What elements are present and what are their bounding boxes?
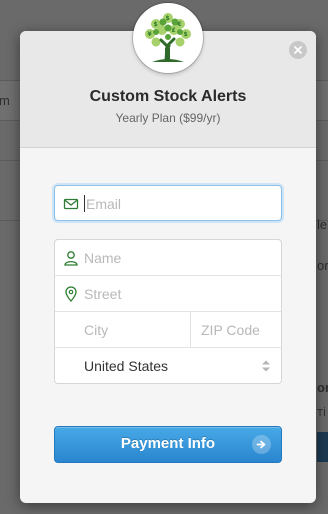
close-icon <box>294 46 302 54</box>
svg-text:$: $ <box>166 15 170 22</box>
name-input[interactable] <box>84 240 274 276</box>
money-tree-logo: $ $ € ¥ $ £ <box>133 3 203 73</box>
background-text: on <box>317 380 328 395</box>
name-row <box>55 240 281 276</box>
country-select-value: United States <box>84 358 169 374</box>
zip-code-input[interactable] <box>201 312 277 348</box>
modal-title: Custom Stock Alerts <box>89 88 247 105</box>
field-divider <box>190 312 191 348</box>
background-text: Tİ <box>317 408 326 419</box>
email-field[interactable] <box>54 185 282 222</box>
svg-text:$: $ <box>154 21 158 28</box>
city-input[interactable] <box>84 312 184 348</box>
payment-modal: Custom Stock Alerts Yearly Plan ($99/yr) <box>20 31 316 503</box>
svg-text:$: $ <box>184 31 188 38</box>
email-input[interactable] <box>86 186 271 222</box>
billing-address-group: United States <box>54 239 282 384</box>
svg-text:€: € <box>177 21 182 28</box>
background-text: le <box>317 217 328 232</box>
text-caret <box>84 195 85 212</box>
envelope-icon <box>63 196 79 212</box>
street-input[interactable] <box>84 276 274 312</box>
background-text: m <box>0 93 10 108</box>
country-select[interactable]: United States <box>55 348 281 383</box>
close-button[interactable] <box>289 41 307 59</box>
background-text: or <box>317 258 328 273</box>
arrow-right-circle-icon <box>252 435 271 454</box>
svg-text:£: £ <box>172 27 176 34</box>
city-zip-row <box>55 312 281 348</box>
location-pin-icon <box>63 286 79 302</box>
payment-info-label: Payment Info <box>120 435 216 452</box>
select-arrows-icon <box>261 359 271 378</box>
payment-info-button[interactable]: Payment Info <box>54 426 282 463</box>
modal-subtitle: Yearly Plan ($99/yr) <box>115 111 221 125</box>
background-button <box>317 432 328 462</box>
person-icon <box>63 250 79 266</box>
street-row <box>55 276 281 312</box>
